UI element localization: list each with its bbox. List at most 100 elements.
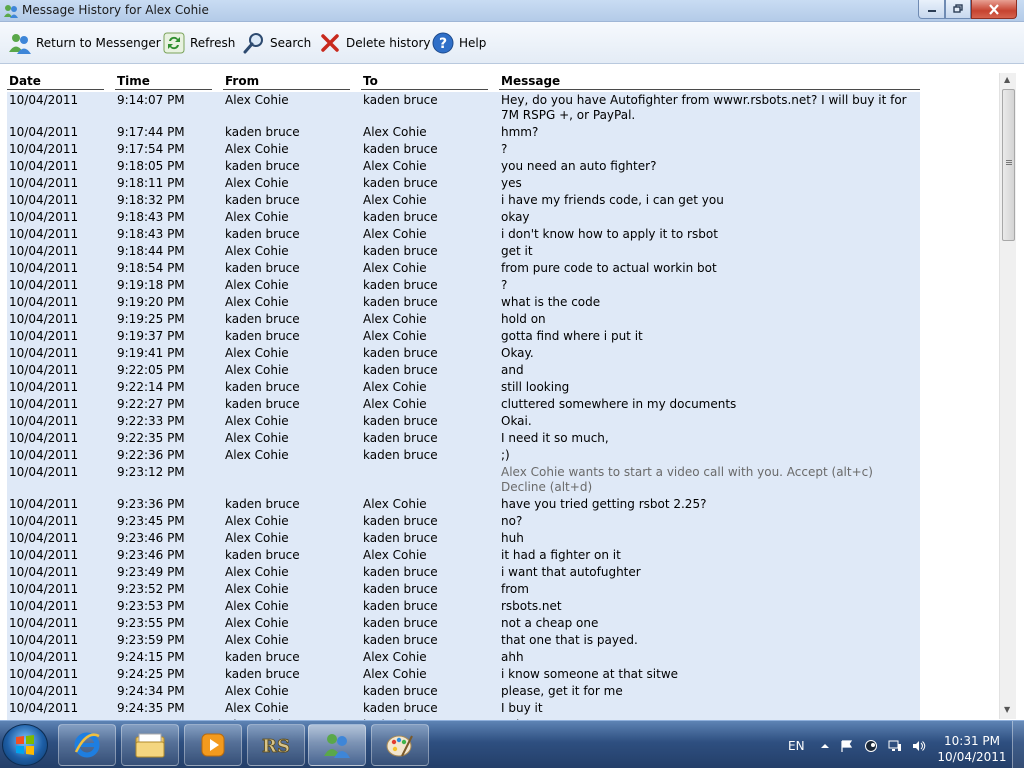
system-message-row[interactable]: 10/04/2011 9:23:12 PM Alex Cohie wants to … <box>0 464 1000 496</box>
table-row[interactable]: 10/04/2011 9:19:37 PM kaden bruce Alex Cohi… <box>0 328 1000 345</box>
time-cell: 9:23:46 PM <box>117 531 185 545</box>
from-cell: Alex Cohie <box>225 616 289 630</box>
close-button[interactable] <box>971 0 1017 19</box>
scroll-thumb[interactable] <box>1002 89 1015 241</box>
to-cell: Alex Cohie <box>363 329 427 343</box>
maximize-button[interactable] <box>945 0 971 19</box>
table-row[interactable]: 10/04/2011 9:18:32 PM kaden bruce Alex Cohi… <box>0 192 1000 209</box>
column-header-to[interactable]: To <box>363 74 378 88</box>
volume-icon[interactable] <box>912 740 926 752</box>
table-row[interactable]: 10/04/2011 9:17:44 PM kaden bruce Alex Cohi… <box>0 124 1000 141</box>
search-button[interactable]: Search <box>242 28 311 58</box>
return-to-messenger-button[interactable]: Return to Messenger <box>8 28 161 58</box>
to-cell: kaden bruce <box>363 531 438 545</box>
table-row[interactable]: 10/04/2011 9:24:35 PM Alex Cohie kaden bruc… <box>0 700 1000 717</box>
from-cell: Alex Cohie <box>225 531 289 545</box>
table-row[interactable]: 10/04/2011 9:18:43 PM kaden bruce Alex Cohi… <box>0 226 1000 243</box>
minimize-button[interactable] <box>918 0 945 19</box>
table-row[interactable]: 10/04/2011 9:22:05 PM Alex Cohie kaden bruc… <box>0 362 1000 379</box>
table-row[interactable]: 10/04/2011 9:23:52 PM Alex Cohie kaden bruc… <box>0 581 1000 598</box>
action-center-flag-icon[interactable] <box>840 740 854 752</box>
to-cell: kaden bruce <box>363 278 438 292</box>
from-cell: Alex Cohie <box>225 176 289 190</box>
steam-icon[interactable] <box>864 740 878 752</box>
taskbar-paint[interactable] <box>371 724 429 766</box>
show-hidden-icons-icon[interactable] <box>818 740 832 752</box>
table-row[interactable]: 10/04/2011 9:22:36 PM Alex Cohie kaden bruc… <box>0 447 1000 464</box>
column-header-time[interactable]: Time <box>117 74 150 88</box>
scroll-up-icon[interactable]: ▲ <box>1004 75 1010 84</box>
table-row[interactable]: 10/04/2011 9:18:44 PM Alex Cohie kaden bruc… <box>0 243 1000 260</box>
network-icon[interactable] <box>888 740 902 752</box>
taskbar-runescape[interactable]: RS <box>247 724 305 766</box>
message-cell: what is the code <box>501 295 601 309</box>
from-cell: kaden bruce <box>225 312 300 326</box>
table-row[interactable]: 10/04/2011 9:24:34 PM Alex Cohie kaden bruc… <box>0 683 1000 700</box>
taskbar-media-player[interactable] <box>184 724 242 766</box>
table-row[interactable]: 10/04/2011 9:19:18 PM Alex Cohie kaden bruc… <box>0 277 1000 294</box>
close-icon <box>989 4 999 15</box>
date-cell: 10/04/2011 <box>9 278 79 292</box>
to-cell: kaden bruce <box>363 582 438 596</box>
taskbar: RS EN 10:31 PM 10/04/2011 <box>0 720 1024 768</box>
runescape-icon: RS <box>262 736 291 758</box>
date-cell: 10/04/2011 <box>9 414 79 428</box>
to-cell: Alex Cohie <box>363 261 427 275</box>
date-cell: 10/04/2011 <box>9 397 79 411</box>
message-list[interactable]: Date Time From To Message 10/04/2011 9:14… <box>0 65 1024 720</box>
start-button[interactable] <box>2 724 48 766</box>
table-row[interactable]: 10/04/2011 9:24:15 PM kaden bruce Alex Cohi… <box>0 649 1000 666</box>
table-row[interactable]: 10/04/2011 9:18:54 PM kaden bruce Alex Cohi… <box>0 260 1000 277</box>
table-row[interactable]: 10/04/2011 9:23:46 PM Alex Cohie kaden bruc… <box>0 530 1000 547</box>
delete-history-button[interactable]: Delete history <box>318 28 431 58</box>
table-row[interactable]: 10/04/2011 9:23:59 PM Alex Cohie kaden bruc… <box>0 632 1000 649</box>
taskbar-messenger[interactable] <box>308 724 366 766</box>
table-row[interactable]: 10/04/2011 9:19:20 PM Alex Cohie kaden bruc… <box>0 294 1000 311</box>
system-clock[interactable]: 10:31 PM 10/04/2011 <box>936 733 1008 765</box>
date-cell: 10/04/2011 <box>9 312 79 326</box>
column-header-message[interactable]: Message <box>501 74 560 88</box>
table-row[interactable]: 10/04/2011 9:23:55 PM Alex Cohie kaden bruc… <box>0 615 1000 632</box>
vertical-scrollbar[interactable]: ▲ ▼ <box>999 73 1016 719</box>
table-row[interactable]: 10/04/2011 9:18:43 PM Alex Cohie kaden bruc… <box>0 209 1000 226</box>
column-header-date[interactable]: Date <box>9 74 41 88</box>
message-cell: no? <box>501 514 523 528</box>
message-cell: it had a fighter on it <box>501 548 621 562</box>
scroll-down-icon[interactable]: ▼ <box>1004 705 1010 714</box>
table-row[interactable]: 10/04/2011 9:22:27 PM kaden bruce Alex Cohi… <box>0 396 1000 413</box>
language-indicator[interactable]: EN <box>788 739 805 753</box>
from-cell: Alex Cohie <box>225 278 289 292</box>
column-header-from[interactable]: From <box>225 74 259 88</box>
date-cell: 10/04/2011 <box>9 142 79 156</box>
taskbar-internet-explorer[interactable] <box>58 724 116 766</box>
table-row[interactable]: 10/04/2011 9:14:07 PM Alex Cohie kaden bruc… <box>0 92 1000 124</box>
message-cell: Okay. <box>501 346 534 360</box>
help-label: Help <box>459 36 487 50</box>
taskbar-file-explorer[interactable] <box>121 724 179 766</box>
table-row[interactable]: 10/04/2011 9:22:14 PM kaden bruce Alex Cohi… <box>0 379 1000 396</box>
time-cell: 9:22:05 PM <box>117 363 185 377</box>
table-row[interactable]: 10/04/2011 9:23:36 PM kaden bruce Alex Cohi… <box>0 496 1000 513</box>
table-row[interactable]: 10/04/2011 9:23:46 PM kaden bruce Alex Cohi… <box>0 547 1000 564</box>
table-row[interactable]: 10/04/2011 9:22:33 PM Alex Cohie kaden bruc… <box>0 413 1000 430</box>
to-cell: Alex Cohie <box>363 312 427 326</box>
table-row[interactable]: 10/04/2011 9:18:11 PM Alex Cohie kaden bruc… <box>0 175 1000 192</box>
from-cell: Alex Cohie <box>225 633 289 647</box>
table-row[interactable]: 10/04/2011 9:18:05 PM kaden bruce Alex Cohi… <box>0 158 1000 175</box>
refresh-button[interactable]: Refresh <box>162 28 235 58</box>
table-row[interactable]: 10/04/2011 9:23:49 PM Alex Cohie kaden bruc… <box>0 564 1000 581</box>
table-row[interactable]: 10/04/2011 9:24:25 PM kaden bruce Alex Cohi… <box>0 666 1000 683</box>
window-title: Message History for Alex Cohie <box>22 3 209 17</box>
table-row[interactable]: 10/04/2011 9:19:25 PM kaden bruce Alex Cohi… <box>0 311 1000 328</box>
help-button[interactable]: ? Help <box>431 28 486 58</box>
table-row[interactable]: 10/04/2011 9:22:35 PM Alex Cohie kaden bruc… <box>0 430 1000 447</box>
message-cell: rsbots.net <box>501 599 562 613</box>
from-cell: Alex Cohie <box>225 565 289 579</box>
show-desktop-button[interactable] <box>1012 721 1024 768</box>
table-row[interactable]: 10/04/2011 9:23:53 PM Alex Cohie kaden bruc… <box>0 598 1000 615</box>
table-row[interactable]: 10/04/2011 9:23:45 PM Alex Cohie kaden bruc… <box>0 513 1000 530</box>
table-row[interactable]: 10/04/2011 9:19:41 PM Alex Cohie kaden bruc… <box>0 345 1000 362</box>
date-cell: 10/04/2011 <box>9 431 79 445</box>
table-row[interactable]: 10/04/2011 9:17:54 PM Alex Cohie kaden bruc… <box>0 141 1000 158</box>
time-cell: 9:23:52 PM <box>117 582 185 596</box>
